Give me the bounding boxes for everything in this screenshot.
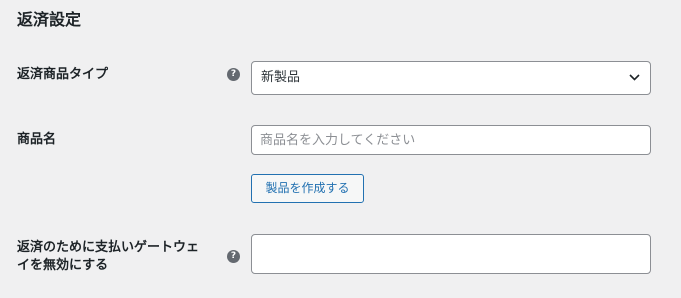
disable-gateway-label-line2: イを無効にする [17, 258, 109, 273]
refund-settings-page: 返済設定 返済商品タイプ ? 新製品 商品名 製品を作成する 返済のために支払い… [0, 0, 681, 298]
question-mark-icon[interactable]: ? [227, 68, 240, 81]
disable-gateway-label-line1: 返済のために支払いゲートウェ [17, 240, 200, 255]
refund-product-type-label: 返済商品タイプ [17, 67, 109, 82]
section-title: 返済設定 [17, 10, 82, 29]
refund-product-type-selected-value: 新製品 [261, 70, 301, 85]
refund-product-type-select[interactable]: 新製品 [251, 61, 651, 95]
disable-gateway-input[interactable] [251, 234, 651, 274]
product-name-label: 商品名 [17, 132, 57, 147]
product-name-input[interactable] [251, 125, 651, 155]
chevron-down-icon [629, 74, 640, 81]
create-product-button[interactable]: 製品を作成する [251, 174, 364, 203]
question-mark-icon[interactable]: ? [227, 250, 240, 263]
